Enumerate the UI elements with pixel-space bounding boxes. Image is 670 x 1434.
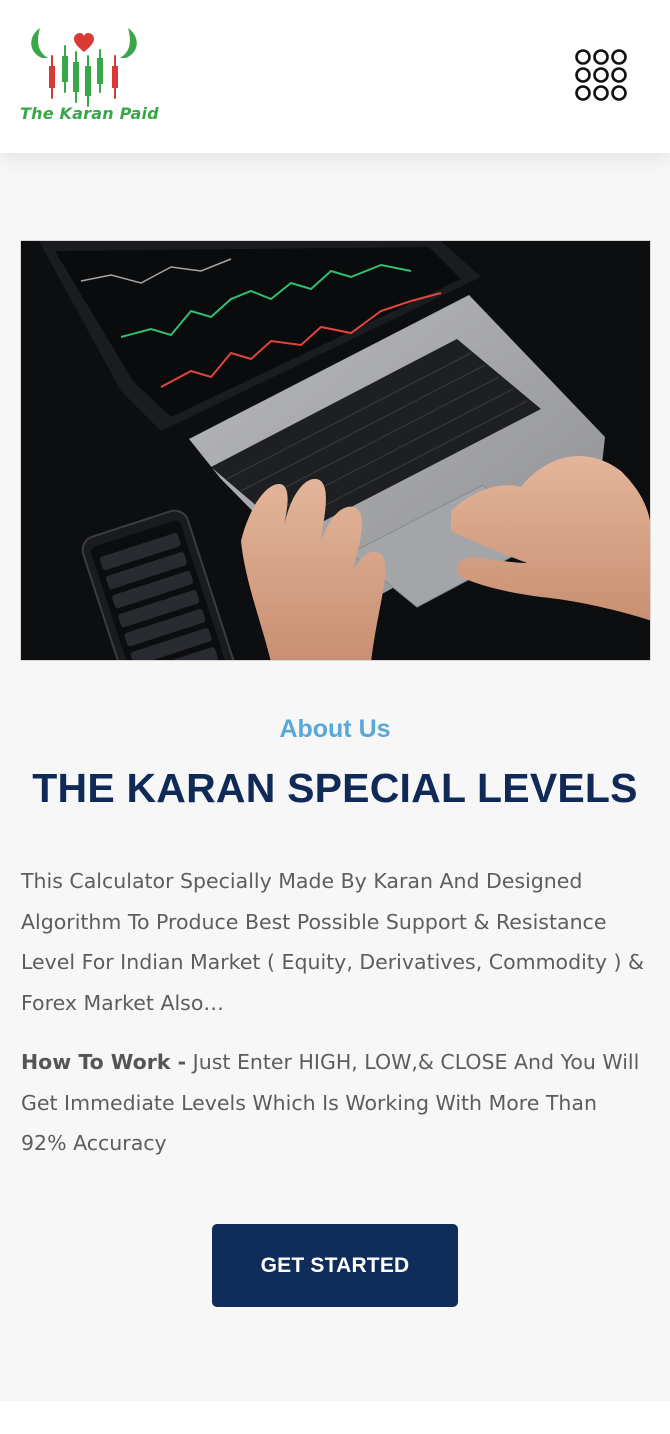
menu-button[interactable] [574,48,628,102]
site-header: The Karan Paid [0,0,670,153]
about-eyebrow: About Us [279,715,391,743]
page-title: THE KARAN SPECIAL LEVELS [32,765,638,811]
grid-menu-icon [575,49,627,101]
hero-image [20,240,651,661]
how-to-work-label: How To Work - [21,1050,187,1074]
page-footer-strip [0,1401,670,1434]
how-to-work-paragraph: How To Work - Just Enter HIGH, LOW,& CLO… [21,1042,649,1164]
site-logo[interactable]: The Karan Paid [18,22,159,128]
about-paragraph: This Calculator Specially Made By Karan … [21,869,644,1015]
laptop-trading-photo [21,241,650,660]
bull-candlestick-logo-icon [31,28,137,107]
get-started-button[interactable]: GET STARTED [212,1224,458,1307]
about-section: About Us THE KARAN SPECIAL LEVELS This C… [0,153,670,1401]
logo-text: The Karan Paid [20,104,159,123]
